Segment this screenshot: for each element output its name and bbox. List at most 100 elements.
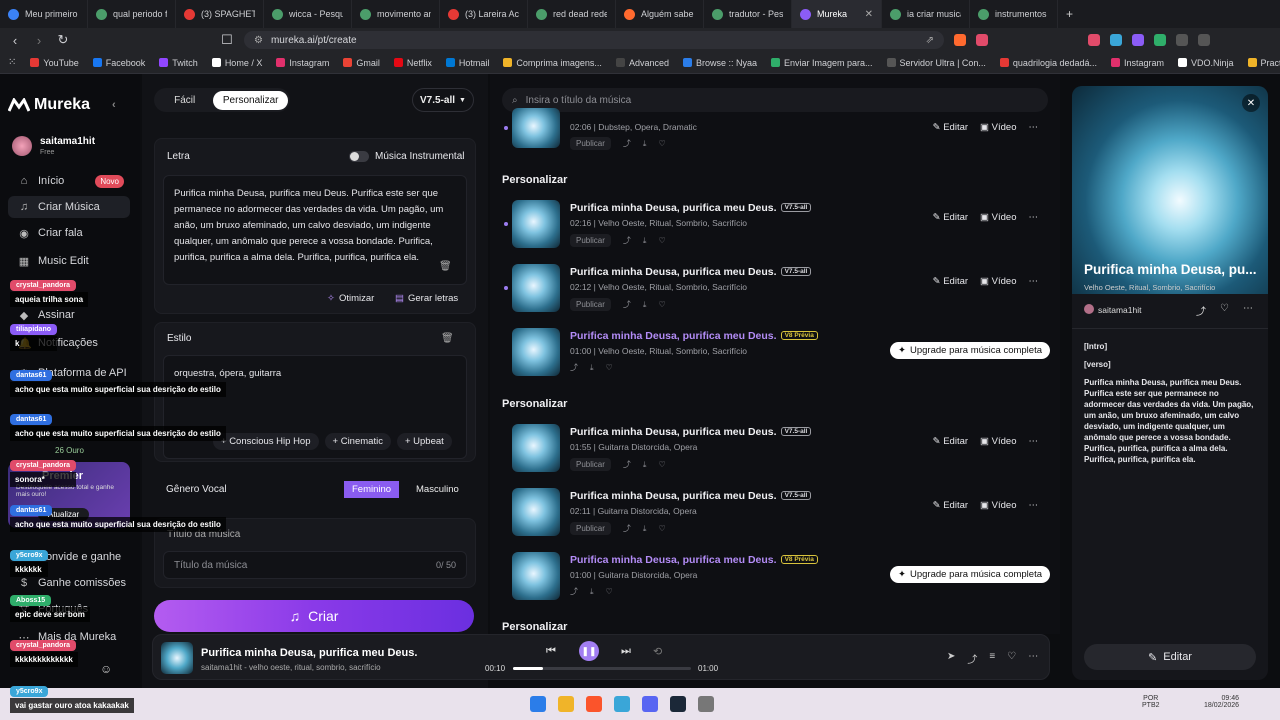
more-icon[interactable]: ⋯ xyxy=(1029,436,1039,447)
previous-icon[interactable]: ⏮ xyxy=(546,645,556,658)
bookmark-item[interactable]: Hotmail xyxy=(445,58,489,68)
upgrade-button[interactable]: ✦ Upgrade para música completa xyxy=(890,566,1050,583)
queue-icon[interactable]: ≡ xyxy=(989,651,995,666)
song-thumbnail[interactable] xyxy=(512,264,560,312)
video-button[interactable]: ▣ Vídeo xyxy=(980,122,1016,133)
steam-icon[interactable] xyxy=(670,696,686,712)
song-title[interactable]: Purifica minha Deusa, purifica meu Deus.… xyxy=(570,490,812,502)
url-input[interactable]: ⚙ mureka.ai/pt/create ⇗ xyxy=(244,31,944,49)
browser-tab[interactable]: movimento anti xyxy=(352,0,440,28)
share-icon[interactable]: ⤴ xyxy=(570,362,578,373)
vocal-female[interactable]: Feminino xyxy=(344,481,400,498)
more-icon[interactable]: ⋯ xyxy=(1029,212,1039,223)
browser-tab[interactable]: qual periodo foi xyxy=(88,0,176,28)
bookmark-item[interactable]: Comprima imagens... xyxy=(503,58,602,68)
extensions-puzzle-icon[interactable] xyxy=(1176,34,1188,46)
forward-icon[interactable]: › xyxy=(32,33,46,48)
song-row[interactable]: Purifica minha Deusa, purifica meu Deus.… xyxy=(502,482,1050,540)
download-icon[interactable]: ⤓ xyxy=(590,587,594,597)
browser-tab[interactable]: Alguém sabe co xyxy=(616,0,704,28)
optimize-button[interactable]: ✧ Otimizar xyxy=(327,293,374,304)
bookmark-icon[interactable]: ☐ xyxy=(220,32,234,48)
song-row[interactable]: 02:06 | Dubstep, Opera, Dramatic Publicar… xyxy=(502,108,1050,170)
site-settings-icon[interactable]: ⚙ xyxy=(254,35,263,46)
pause-button[interactable]: ❚❚ xyxy=(579,641,599,661)
discord-icon[interactable] xyxy=(642,696,658,712)
extension-icon[interactable] xyxy=(1110,34,1122,46)
vocal-male[interactable]: Masculino xyxy=(408,481,467,498)
browser-tab[interactable]: Mureka ✕ xyxy=(792,0,882,28)
heart-icon[interactable]: ♡ xyxy=(658,300,665,309)
song-row[interactable]: Purifica minha Deusa, purifica meu Deus.… xyxy=(502,258,1050,316)
edit-button[interactable]: ✎ Editar xyxy=(933,276,968,287)
detail-edit-button[interactable]: ✎ Editar xyxy=(1084,644,1256,670)
clock-time[interactable]: 09:46 xyxy=(1204,695,1240,702)
publish-button[interactable]: Publicar xyxy=(570,234,611,247)
download-icon[interactable]: ⤓ xyxy=(643,460,647,470)
heart-icon[interactable]: ♡ xyxy=(658,236,665,245)
title-input[interactable]: Título da música 0/ 50 xyxy=(163,551,467,579)
edit-button[interactable]: ✎ Editar xyxy=(933,500,968,511)
edit-button[interactable]: ✎ Editar xyxy=(933,212,968,223)
send-icon[interactable]: ➤ xyxy=(947,651,955,666)
song-thumbnail[interactable] xyxy=(512,200,560,248)
new-tab-icon[interactable]: + xyxy=(1058,7,1081,21)
tab-easy[interactable]: Fácil xyxy=(156,95,213,106)
extension-icon[interactable] xyxy=(1132,34,1144,46)
instrumental-toggle[interactable] xyxy=(349,151,369,162)
download-icon[interactable]: ⤓ xyxy=(590,363,594,373)
lyrics-textarea[interactable]: Purifica minha Deusa, purifica meu Deus.… xyxy=(163,175,467,285)
browser-tab[interactable]: tradutor - Pesqu xyxy=(704,0,792,28)
song-thumbnail[interactable] xyxy=(512,328,560,376)
bookmark-item[interactable]: Twitch xyxy=(159,58,198,68)
publish-button[interactable]: Publicar xyxy=(570,458,611,471)
video-button[interactable]: ▣ Vídeo xyxy=(980,436,1016,447)
publish-button[interactable]: Publicar xyxy=(570,522,611,535)
publish-button[interactable]: Publicar xyxy=(570,298,611,311)
extension-icon[interactable] xyxy=(1088,34,1100,46)
extension-icon[interactable] xyxy=(976,34,988,46)
publish-button[interactable]: Publicar xyxy=(570,137,611,150)
repeat-icon[interactable]: ⟲ xyxy=(653,645,662,658)
avatar[interactable] xyxy=(12,136,32,156)
share-icon[interactable]: ⤴ xyxy=(623,299,631,310)
reload-icon[interactable]: ↻ xyxy=(56,32,70,48)
sidebar-item-criar-fala[interactable]: ◉ Criar fala xyxy=(8,222,130,244)
bookmark-item[interactable]: Facebook xyxy=(92,58,145,68)
more-icon[interactable]: ⋯ xyxy=(1029,276,1039,287)
more-icon[interactable]: ⋯ xyxy=(1028,651,1038,666)
song-title[interactable]: Purifica minha Deusa, purifica meu Deus.… xyxy=(570,266,812,278)
heart-icon[interactable]: ♡ xyxy=(658,139,665,148)
song-title[interactable]: Purifica minha Deusa, purifica meu Deus.… xyxy=(570,330,818,342)
bookmark-item[interactable]: Browse :: Nyaa xyxy=(682,58,757,68)
bookmark-item[interactable]: Advanced xyxy=(615,58,669,68)
song-thumbnail[interactable] xyxy=(512,108,560,148)
extension-icon[interactable] xyxy=(954,34,966,46)
brand-logo[interactable]: Mureka ‹ xyxy=(8,96,116,114)
bookmark-item[interactable]: quadrilogia dedadá... xyxy=(999,58,1097,68)
windows-start-icon[interactable] xyxy=(530,696,546,712)
download-icon[interactable]: ⤓ xyxy=(643,139,647,149)
browser-tab[interactable]: wicca - Pesquisa xyxy=(264,0,352,28)
download-icon[interactable]: ⤓ xyxy=(643,524,647,534)
browser-tab[interactable]: (3) Lareira Ac xyxy=(440,0,528,28)
keyboard-language[interactable]: POR xyxy=(1142,695,1160,702)
share-icon[interactable]: ⤴ xyxy=(623,523,631,534)
video-button[interactable]: ▣ Vídeo xyxy=(980,500,1016,511)
more-icon[interactable]: ⋯ xyxy=(1029,500,1039,511)
download-icon[interactable]: ⤓ xyxy=(643,236,647,246)
bookmark-item[interactable]: Netflix xyxy=(393,58,432,68)
song-row[interactable]: Purifica minha Deusa, purifica meu Deus.… xyxy=(502,322,1050,380)
next-icon[interactable]: ⏭ xyxy=(621,645,631,658)
bookmark-item[interactable]: Practice xyxy=(1247,58,1280,68)
share-icon[interactable]: ⤴ xyxy=(623,138,631,149)
bookmark-item[interactable]: Instagram xyxy=(276,58,329,68)
menu-icon[interactable] xyxy=(1198,34,1210,46)
generate-lyrics-button[interactable]: ▤ Gerar letras xyxy=(395,293,458,304)
bookmark-item[interactable]: Gmail xyxy=(343,58,380,68)
model-select[interactable]: V7.5-all ▼ xyxy=(412,88,474,112)
heart-icon[interactable]: ♡ xyxy=(606,363,613,372)
file-explorer-icon[interactable] xyxy=(558,696,574,712)
heart-icon[interactable]: ♡ xyxy=(658,460,665,469)
bookmark-item[interactable]: Servidor Ultra | Con... xyxy=(886,58,986,68)
